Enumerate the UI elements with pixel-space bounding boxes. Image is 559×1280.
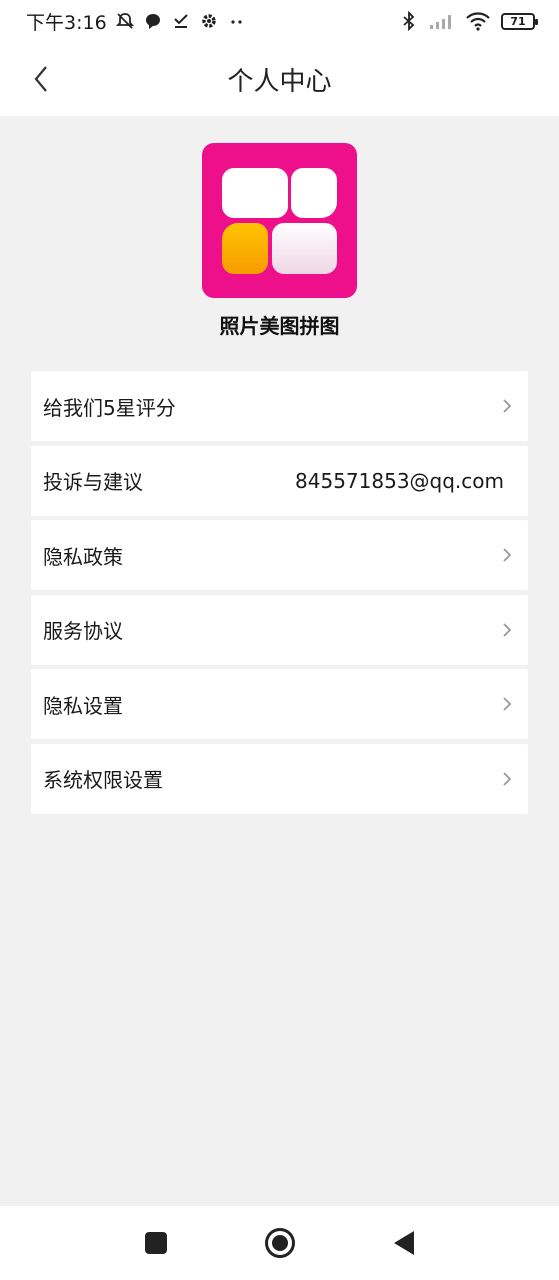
app-name: 照片美图拼图 bbox=[219, 314, 340, 338]
battery-level: 71 bbox=[510, 14, 526, 28]
bluetooth-icon bbox=[399, 11, 419, 31]
header: 个人中心 bbox=[0, 42, 559, 116]
more-dots-icon bbox=[227, 11, 247, 31]
chevron-right-icon bbox=[502, 398, 514, 414]
nav-bar bbox=[0, 1206, 559, 1280]
chevron-right-icon bbox=[502, 622, 514, 638]
logo-tile-top-left bbox=[222, 168, 288, 218]
home-button[interactable] bbox=[264, 1227, 296, 1259]
menu-item-system-permissions[interactable]: 系统权限设置 bbox=[31, 743, 528, 814]
mute-icon bbox=[115, 11, 135, 31]
recents-button[interactable] bbox=[140, 1227, 172, 1259]
recents-square-icon bbox=[144, 1232, 167, 1254]
menu-item-label: 系统权限设置 bbox=[43, 768, 163, 792]
menu-item-privacy-policy[interactable]: 隐私政策 bbox=[31, 520, 528, 590]
page-title: 个人中心 bbox=[227, 66, 332, 97]
menu-item-feedback[interactable]: 投诉与建议 845571853@qq.com bbox=[31, 445, 528, 516]
system-back-button[interactable] bbox=[388, 1227, 420, 1259]
status-right: 71 bbox=[399, 11, 538, 31]
feedback-email: 845571853@qq.com bbox=[295, 468, 504, 493]
menu-list: 给我们5星评分 投诉与建议 845571853@qq.com 隐私政策 服务协议… bbox=[31, 371, 528, 818]
back-button[interactable] bbox=[26, 62, 56, 96]
status-bar: 下午3:16 71 bbox=[0, 0, 559, 42]
menu-item-label: 服务协议 bbox=[43, 619, 123, 643]
chevron-right-icon bbox=[502, 547, 514, 563]
gear-icon bbox=[199, 11, 219, 31]
logo-tile-bottom-right bbox=[272, 223, 337, 274]
chevron-right-icon bbox=[502, 696, 514, 712]
wifi-icon bbox=[465, 11, 491, 31]
menu-item-label: 隐私政策 bbox=[43, 544, 123, 569]
menu-item-label: 给我们5星评分 bbox=[43, 395, 176, 420]
check-icon bbox=[171, 11, 191, 31]
chevron-right-icon bbox=[502, 771, 514, 787]
signal-icon bbox=[429, 11, 455, 31]
status-time: 下午3:16 bbox=[26, 11, 107, 34]
menu-item-label: 隐私设置 bbox=[43, 693, 123, 718]
chat-icon bbox=[143, 11, 163, 31]
status-left: 下午3:16 bbox=[26, 8, 247, 35]
logo-tile-bottom-left bbox=[222, 223, 268, 274]
menu-item-label: 投诉与建议 bbox=[43, 470, 143, 494]
menu-item-privacy-settings[interactable]: 隐私设置 bbox=[31, 669, 528, 739]
menu-item-rate[interactable]: 给我们5星评分 bbox=[31, 371, 528, 441]
app-logo bbox=[202, 143, 357, 298]
battery-icon: 71 bbox=[501, 12, 538, 30]
logo-tile-top-right bbox=[291, 168, 337, 218]
chevron-left-icon bbox=[34, 66, 47, 92]
menu-item-service-agreement[interactable]: 服务协议 bbox=[31, 594, 528, 665]
back-triangle-icon bbox=[393, 1231, 414, 1255]
home-circle-icon bbox=[264, 1228, 295, 1258]
